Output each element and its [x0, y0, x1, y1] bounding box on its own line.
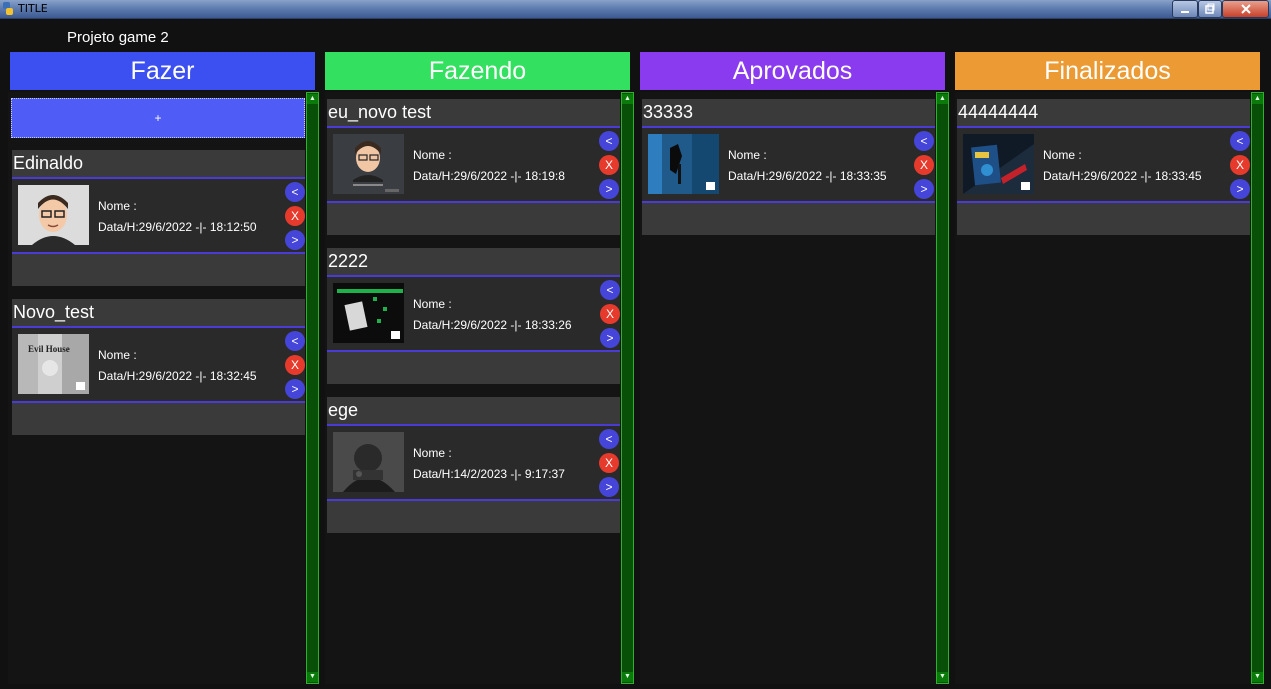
- move-left-button[interactable]: <: [914, 131, 934, 151]
- game-thumbnail: [963, 134, 1034, 194]
- card[interactable]: Novo_test Evil House Nome : Data/H:29/6/…: [12, 299, 305, 435]
- card-body: Nome : Data/H:29/6/2022 -|- 18:33:26 < X…: [327, 275, 620, 352]
- card-title: Novo_test: [13, 302, 95, 322]
- card-title: 44444444: [958, 102, 1039, 122]
- card-datetime: Data/H:29/6/2022 -|- 18:33:35: [728, 169, 887, 183]
- card-name-label: Nome :: [728, 148, 767, 162]
- scrollbar-aprovados[interactable]: ▲ ▼: [936, 92, 949, 684]
- card-datetime: Data/H:14/2/2023 -|- 9:17:37: [413, 467, 565, 481]
- close-button[interactable]: [1222, 0, 1269, 18]
- card-body: Nome : Data/H:29/6/2022 -|- 18:19:8 < X …: [327, 126, 620, 203]
- scroll-down-arrow[interactable]: ▼: [937, 672, 948, 682]
- move-left-button[interactable]: <: [285, 182, 305, 202]
- delete-card-button[interactable]: X: [600, 304, 620, 324]
- card-name-label: Nome :: [1043, 148, 1082, 162]
- scrollbar-fazendo[interactable]: ▲ ▼: [621, 92, 634, 684]
- restore-icon: [1205, 3, 1215, 14]
- card[interactable]: 33333 Nome : Data/H:29/6/2022 -|- 18:33:…: [642, 99, 935, 235]
- close-icon: [1240, 4, 1251, 14]
- scroll-down-arrow[interactable]: ▼: [307, 672, 318, 682]
- minimize-button[interactable]: [1172, 0, 1198, 18]
- minimize-icon: [1181, 11, 1189, 13]
- scroll-down-arrow[interactable]: ▼: [1252, 672, 1263, 682]
- card-name-label: Nome :: [98, 199, 137, 213]
- scroll-down-arrow[interactable]: ▼: [622, 672, 633, 682]
- avatar-thumbnail: [18, 185, 89, 245]
- card-body: Nome : Data/H:29/6/2022 -|- 18:12:50 < X…: [12, 177, 305, 254]
- card-name-label: Nome :: [98, 348, 137, 362]
- card-title: ege: [328, 400, 359, 420]
- scrollbar-finalizados[interactable]: ▲ ▼: [1251, 92, 1264, 684]
- add-card-button[interactable]: +: [11, 98, 305, 138]
- game-thumbnail: [333, 283, 404, 343]
- game-thumbnail: Evil House: [18, 334, 89, 394]
- move-left-button[interactable]: <: [599, 131, 619, 151]
- move-right-button[interactable]: >: [285, 379, 305, 399]
- delete-card-button[interactable]: X: [599, 453, 619, 473]
- move-left-button[interactable]: <: [599, 429, 619, 449]
- delete-card-button[interactable]: X: [285, 355, 305, 375]
- card-datetime: Data/H:29/6/2022 -|- 18:32:45: [98, 369, 257, 383]
- game-thumbnail: [333, 432, 404, 492]
- column-header-fazer: Fazer: [10, 52, 315, 90]
- game-thumbnail: [648, 134, 719, 194]
- scroll-up-arrow[interactable]: ▲: [307, 94, 318, 104]
- card-title: eu_novo test: [328, 102, 432, 122]
- card-name-label: Nome :: [413, 148, 452, 162]
- window-title: TITLE: [18, 2, 48, 15]
- card[interactable]: Edinaldo Nome : Data/H:29/6/2022 -|- 18:…: [12, 150, 305, 286]
- card-name-label: Nome :: [413, 297, 452, 311]
- delete-card-button[interactable]: X: [1230, 155, 1250, 175]
- move-right-button[interactable]: >: [285, 230, 305, 250]
- maximize-button[interactable]: [1198, 0, 1222, 18]
- card-datetime: Data/H:29/6/2022 -|- 18:12:50: [98, 220, 257, 234]
- card[interactable]: eu_novo test Nome : Data/H:29/6/2022 -|-…: [327, 99, 620, 235]
- scroll-up-arrow[interactable]: ▲: [1252, 94, 1263, 104]
- column-header-finalizados: Finalizados: [955, 52, 1260, 90]
- card[interactable]: 44444444 Nome : Data/H:29/6/2022 -|- 18:…: [957, 99, 1250, 235]
- card-title: 33333: [643, 102, 694, 122]
- move-right-button[interactable]: >: [1230, 179, 1250, 199]
- card[interactable]: ege Nome : Data/H:14/2/2023 -|- 9:17:37 …: [327, 397, 620, 533]
- card[interactable]: 2222 Nome : Data/H:29/6/2022 -|- 18:33:2…: [327, 248, 620, 384]
- card-body: Evil House Nome : Data/H:29/6/2022 -|- 1…: [12, 326, 305, 403]
- column-header-aprovados: Aprovados: [640, 52, 945, 90]
- move-right-button[interactable]: >: [600, 328, 620, 348]
- card-datetime: Data/H:29/6/2022 -|- 18:33:26: [413, 318, 572, 332]
- delete-card-button[interactable]: X: [914, 155, 934, 175]
- move-left-button[interactable]: <: [285, 331, 305, 351]
- thumbnail-text: Evil House: [28, 344, 70, 354]
- move-right-button[interactable]: >: [914, 179, 934, 199]
- window-titlebar[interactable]: TITLE: [0, 0, 1271, 19]
- python-icon: [3, 2, 13, 15]
- project-title: Projeto game 2: [67, 29, 169, 46]
- move-left-button[interactable]: <: [600, 280, 620, 300]
- card-body: Nome : Data/H:14/2/2023 -|- 9:17:37 < X …: [327, 424, 620, 501]
- card-body: Nome : Data/H:29/6/2022 -|- 18:33:35 < X…: [642, 126, 935, 203]
- scrollbar-fazer[interactable]: ▲ ▼: [306, 92, 319, 684]
- move-right-button[interactable]: >: [599, 179, 619, 199]
- delete-card-button[interactable]: X: [599, 155, 619, 175]
- avatar-thumbnail: [333, 134, 404, 194]
- card-datetime: Data/H:29/6/2022 -|- 18:33:45: [1043, 169, 1202, 183]
- card-title: Edinaldo: [13, 153, 84, 173]
- card-datetime: Data/H:29/6/2022 -|- 18:19:8: [413, 169, 565, 183]
- move-right-button[interactable]: >: [599, 477, 619, 497]
- card-title: 2222: [328, 251, 369, 271]
- delete-card-button[interactable]: X: [285, 206, 305, 226]
- move-left-button[interactable]: <: [1230, 131, 1250, 151]
- scroll-up-arrow[interactable]: ▲: [622, 94, 633, 104]
- scroll-up-arrow[interactable]: ▲: [937, 94, 948, 104]
- card-name-label: Nome :: [413, 446, 452, 460]
- card-body: Nome : Data/H:29/6/2022 -|- 18:33:45 < X…: [957, 126, 1250, 203]
- column-header-fazendo: Fazendo: [325, 52, 630, 90]
